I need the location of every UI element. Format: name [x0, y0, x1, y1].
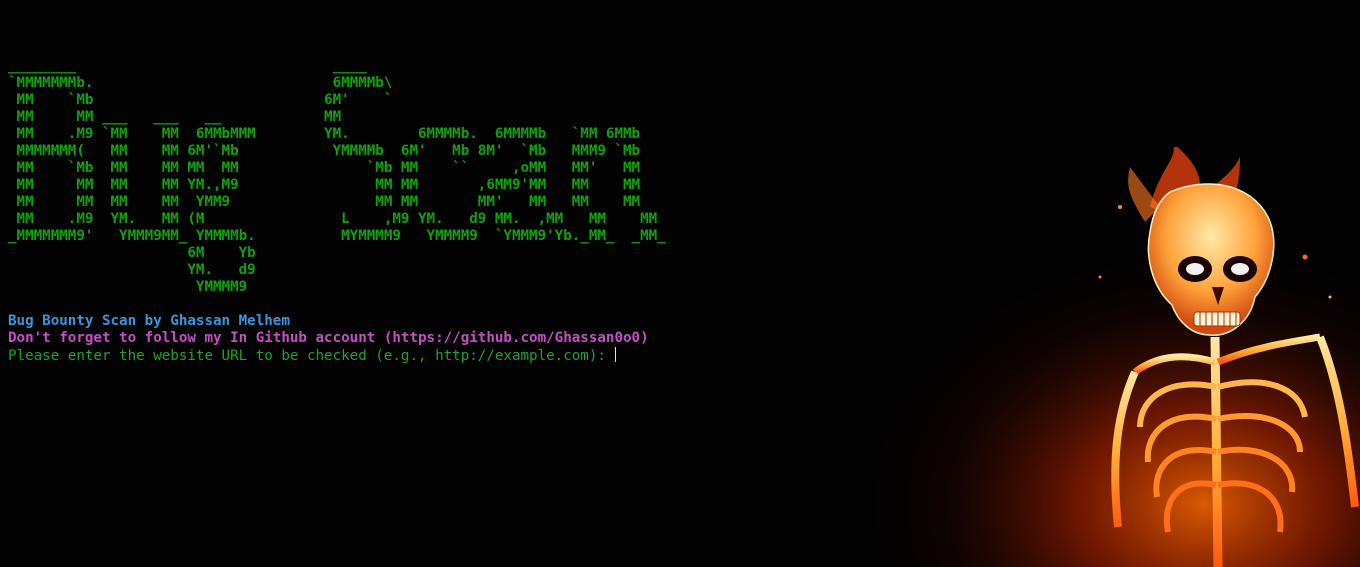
banner-line: MM .M9 YM. MM (M L ,M9 YM. d9 MM. ,MM MM…	[8, 211, 658, 227]
console-output[interactable]: ________ ____ `MMMMMMMb. 6MMMMb\ MM `Mb 6…	[8, 24, 666, 399]
banner-line: MM `Mb MM MM MM MM `Mb MM `` ,oMM MM' MM	[8, 160, 641, 176]
ascii-banner: ________ ____ `MMMMMMMb. 6MMMMb\ MM `Mb 6…	[8, 58, 666, 296]
banner-line: MM `Mb 6M' `	[8, 92, 393, 108]
banner-line: YMMMM9	[8, 279, 248, 295]
banner-line: YM. d9	[8, 262, 256, 278]
github-note: Don't forget to follow my In Github acco…	[8, 330, 649, 346]
banner-line: `MMMMMMMb. 6MMMMb\	[8, 75, 393, 91]
banner-line: _MMMMMMM9' YMMM9MM_ YMMMMb. MYMMMM9 YMMM…	[8, 228, 666, 244]
banner-line: ________ ____	[8, 58, 367, 74]
terminal-window[interactable]: ________ ____ `MMMMMMMb. 6MMMMb\ MM `Mb 6…	[0, 0, 1360, 567]
banner-line: MM MM ___ ___ __ MM	[8, 109, 342, 125]
banner-line: MMMMMMM( MM MM 6M'`Mb YMMMMb 6M' Mb 8M' …	[8, 143, 641, 159]
text-cursor	[615, 347, 617, 362]
prompt-text: Please enter the website URL to be check…	[8, 348, 615, 364]
flaming-skeleton-wallpaper	[800, 147, 1360, 567]
banner-line: MM .M9 `MM MM 6MMbMMM YM. 6MMMMb. 6MMMMb…	[8, 126, 641, 142]
banner-line: MM MM MM MM YM.,M9 MM MM ,6MM9'MM MM MM	[8, 177, 641, 193]
url-prompt[interactable]: Please enter the website URL to be check…	[8, 347, 666, 365]
credit-text: Bug Bounty Scan by Ghassan Melhem	[8, 313, 290, 329]
banner-line: MM MM MM MM YMM9 MM MM MM' MM MM MM	[8, 194, 641, 210]
banner-line: 6M Yb	[8, 245, 256, 261]
